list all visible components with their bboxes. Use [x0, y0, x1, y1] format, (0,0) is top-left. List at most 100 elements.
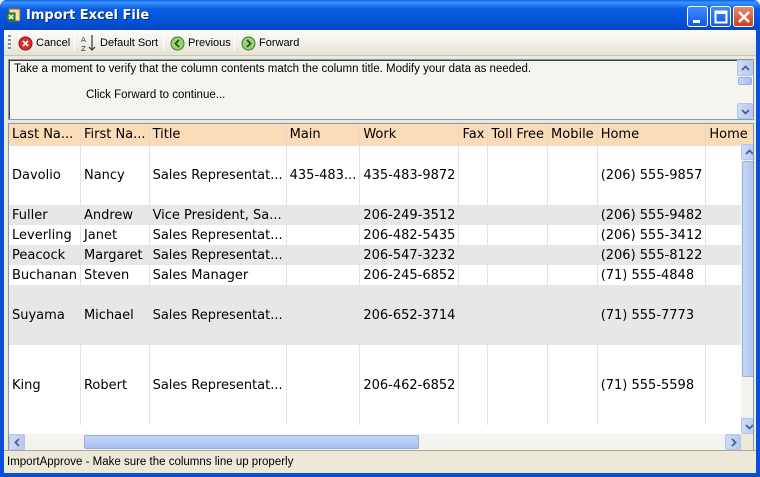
grid-vertical-scrollbar[interactable]	[741, 144, 753, 434]
grid-horizontal-scrollbar[interactable]	[9, 434, 741, 450]
instructions-panel[interactable]: Take a moment to verify that the column …	[8, 59, 754, 120]
table-row[interactable]: King Robert Sales Representat... 206-462-68…	[9, 345, 753, 425]
table-cell[interactable]: Nancy	[80, 145, 150, 205]
table-cell[interactable]: King	[9, 345, 81, 425]
table-cell[interactable]	[547, 345, 598, 425]
table-cell[interactable]: Buchanan	[9, 265, 81, 285]
table-cell[interactable]: 206-652-3714	[359, 285, 460, 345]
table-cell[interactable]: 206-245-6852	[359, 265, 460, 285]
table-cell[interactable]: Davolio	[9, 145, 81, 205]
table-row[interactable]: Suyama Michael Sales Representat... 206-652…	[9, 285, 753, 345]
column-header[interactable]: Mobile	[547, 124, 598, 146]
table-cell[interactable]: Robert	[80, 345, 150, 425]
table-cell[interactable]	[286, 345, 361, 425]
table-cell[interactable]	[547, 245, 598, 265]
close-button[interactable]	[733, 6, 754, 27]
table-cell[interactable]: 206-482-5435	[359, 225, 460, 245]
scroll-up-button[interactable]	[741, 144, 753, 160]
table-cell[interactable]: 435-483-9872	[359, 145, 460, 205]
table-cell[interactable]	[487, 345, 549, 425]
column-header[interactable]: Toll Free	[487, 124, 549, 146]
title-bar[interactable]: Import Excel File	[0, 0, 760, 30]
cancel-button[interactable]: Cancel	[16, 33, 72, 53]
table-row[interactable]: Fuller Andrew Vice President, Sa... 206-249…	[9, 205, 753, 225]
table-row[interactable]: Peacock Margaret Sales Representat... 206-5…	[9, 245, 753, 265]
table-cell[interactable]: Peacock	[9, 245, 81, 265]
table-cell[interactable]	[286, 225, 361, 245]
table-cell[interactable]	[487, 285, 549, 345]
table-cell[interactable]: Steven	[80, 265, 150, 285]
table-cell[interactable]: Sales Representat...	[149, 245, 287, 265]
table-row[interactable]: Leverling Janet Sales Representat... 206-48…	[9, 225, 753, 245]
table-cell[interactable]: Sales Representat...	[149, 345, 287, 425]
column-header[interactable]: Last Na...	[9, 124, 81, 146]
table-cell[interactable]	[487, 145, 549, 205]
scroll-down-button[interactable]	[737, 103, 753, 119]
table-cell[interactable]	[286, 265, 361, 285]
table-cell[interactable]: Janet	[80, 225, 150, 245]
column-header[interactable]: First Na...	[80, 124, 150, 146]
table-cell[interactable]	[547, 205, 598, 225]
forward-button[interactable]: Forward	[239, 33, 301, 53]
table-cell[interactable]: (206) 555-9482	[597, 205, 707, 225]
table-cell[interactable]: (71) 555-7773	[597, 285, 707, 345]
table-cell[interactable]	[487, 225, 549, 245]
table-cell[interactable]: Michael	[80, 285, 150, 345]
table-cell[interactable]: Andrew	[80, 205, 150, 225]
table-cell[interactable]: (206) 555-3412	[597, 225, 707, 245]
table-cell[interactable]: (206) 555-9857	[597, 145, 707, 205]
table-cell[interactable]: Sales Representat...	[149, 145, 287, 205]
table-cell[interactable]: 435-483...	[286, 145, 361, 205]
table-cell[interactable]: Fuller	[9, 205, 81, 225]
table-cell[interactable]	[487, 245, 549, 265]
table-cell[interactable]	[458, 245, 489, 265]
table-cell[interactable]: Sales Representat...	[149, 225, 287, 245]
table-cell[interactable]	[458, 285, 489, 345]
table-cell[interactable]	[547, 145, 598, 205]
table-cell[interactable]: Sales Representat...	[149, 285, 287, 345]
table-cell[interactable]	[458, 205, 489, 225]
column-header[interactable]: Work	[359, 124, 460, 146]
table-cell[interactable]	[458, 145, 489, 205]
scroll-left-button[interactable]	[9, 434, 25, 450]
column-header[interactable]: Fax	[458, 124, 489, 146]
table-cell[interactable]: 206-547-3232	[359, 245, 460, 265]
table-row[interactable]: Davolio Nancy Sales Representat... 435-483.…	[9, 145, 753, 205]
scroll-up-button[interactable]	[737, 60, 753, 76]
scroll-right-button[interactable]	[725, 434, 741, 450]
table-cell[interactable]	[286, 245, 361, 265]
table-cell[interactable]	[547, 225, 598, 245]
scroll-down-button[interactable]	[741, 418, 753, 434]
table-cell[interactable]: (206) 555-8122	[597, 245, 707, 265]
column-header[interactable]: Title	[149, 124, 287, 146]
minimize-button[interactable]	[687, 6, 708, 27]
scroll-thumb[interactable]	[738, 77, 752, 85]
table-cell[interactable]: Suyama	[9, 285, 81, 345]
table-cell[interactable]: 206-249-3512	[359, 205, 460, 225]
table-cell[interactable]: Leverling	[9, 225, 81, 245]
column-header[interactable]: Home	[597, 124, 707, 146]
data-grid[interactable]: Last Na... First Na... Title Main Work Fax Tol…	[8, 123, 754, 454]
table-cell[interactable]: Margaret	[80, 245, 150, 265]
previous-button[interactable]: Previous	[168, 33, 233, 53]
default-sort-button[interactable]: A Z Default Sort	[79, 33, 160, 53]
vertical-scroll-thumb[interactable]	[742, 161, 753, 377]
horizontal-scroll-thumb[interactable]	[84, 435, 419, 449]
table-cell[interactable]	[458, 225, 489, 245]
table-cell[interactable]: 206-462-6852	[359, 345, 460, 425]
table-cell[interactable]: (71) 555-4848	[597, 265, 707, 285]
column-header[interactable]: Home Fa	[705, 124, 753, 146]
table-cell[interactable]	[286, 205, 361, 225]
table-cell[interactable]: Sales Manager	[149, 265, 287, 285]
table-cell[interactable]	[547, 285, 598, 345]
instructions-scrollbar[interactable]	[737, 60, 753, 119]
table-row[interactable]: Buchanan Steven Sales Manager 206-245-6852 (…	[9, 265, 753, 285]
table-cell[interactable]: (71) 555-5598	[597, 345, 707, 425]
table-cell[interactable]: Vice President, Sa...	[149, 205, 287, 225]
toolbar-grip[interactable]	[8, 35, 11, 51]
table-cell[interactable]	[547, 265, 598, 285]
table-cell[interactable]	[487, 265, 549, 285]
table-cell[interactable]	[458, 265, 489, 285]
table-cell[interactable]	[286, 285, 361, 345]
table-cell[interactable]	[458, 345, 489, 425]
